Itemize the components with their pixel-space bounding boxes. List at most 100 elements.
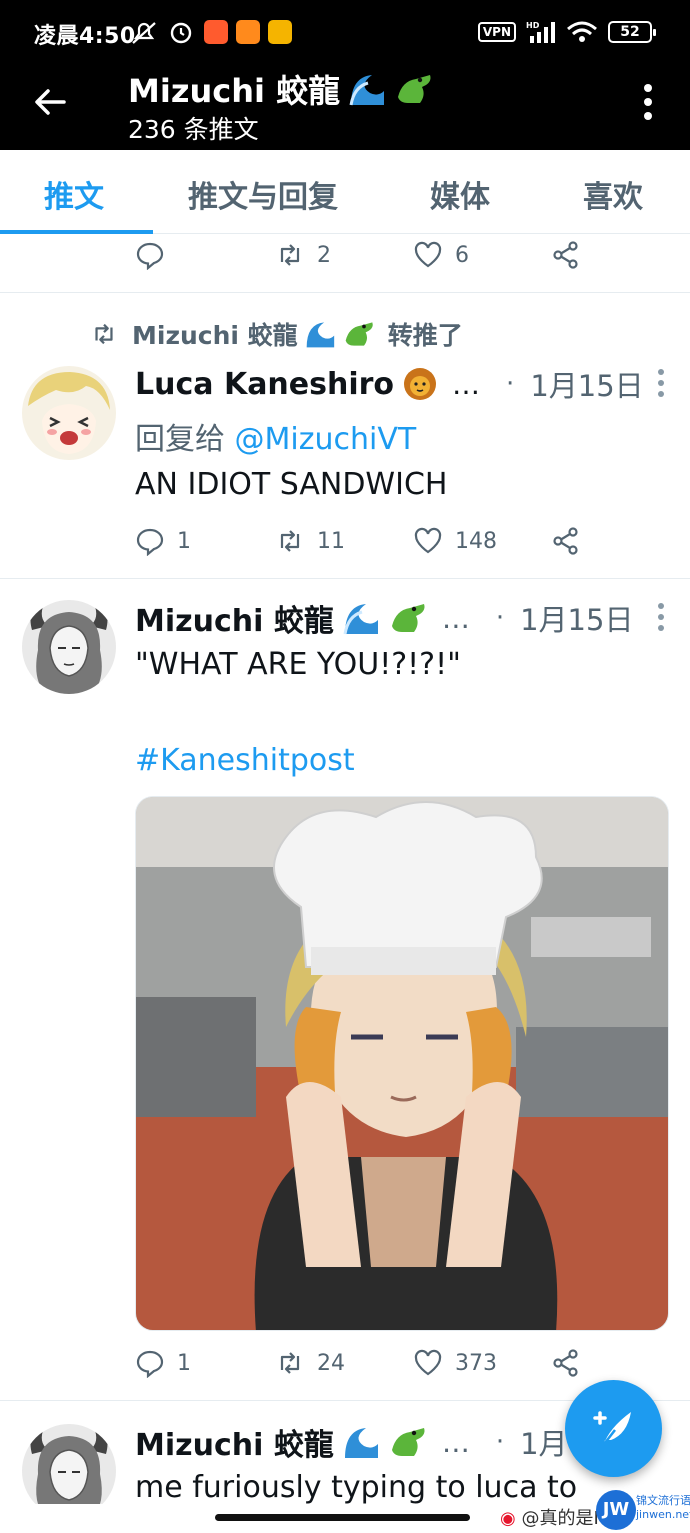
tweet-date[interactable]: 1月15日 (520, 597, 633, 639)
author-name[interactable]: Mizuchi 蛟龍 (135, 1420, 428, 1464)
weibo-watermark: ◉ @真的是I (500, 1504, 599, 1530)
tab-tweets-replies[interactable]: 推文与回复 (188, 172, 338, 216)
author-name-text: Mizuchi 蛟龍 (135, 1428, 334, 1463)
compose-tweet-button[interactable] (565, 1380, 662, 1477)
profile-header: Mizuchi 蛟龍 236 条推文 (0, 62, 690, 150)
retweet-button[interactable]: 11 (275, 526, 345, 556)
like-button[interactable]: 6 (413, 240, 469, 270)
hashtag-link[interactable]: #Kaneshitpost (135, 743, 355, 778)
feather-plus-icon (593, 1411, 631, 1449)
reply-context: 回复给 @MizuchiVT (135, 414, 416, 458)
tab-media[interactable]: 媒体 (430, 172, 490, 216)
author-name-text: Luca Kaneshiro (135, 366, 395, 402)
like-count: 6 (455, 242, 469, 268)
heart-icon (414, 241, 442, 268)
retweet-attribution: Mizuchi 蛟龍 转推了 (88, 316, 463, 352)
profile-title: Mizuchi 蛟龍 (128, 66, 434, 112)
profile-name: Mizuchi 蛟龍 (128, 72, 341, 110)
retweet-icon (280, 1352, 300, 1374)
reply-mention-link[interactable]: @MizuchiVT (235, 422, 417, 457)
status-right-group: VPN HD 52 (477, 20, 656, 44)
tweet-count: 236 条推文 (128, 115, 259, 144)
reply-prefix: 回复给 (135, 422, 225, 457)
crocodile-emoji-icon (391, 604, 425, 632)
retweet-icon (95, 323, 113, 345)
weibo-icon: ◉ (500, 1508, 516, 1529)
lion-emoji-icon (404, 368, 437, 400)
site-watermark: 锦文流行语 jinwen.net (636, 1494, 690, 1522)
reply-button[interactable]: 1 (135, 526, 191, 556)
author-name[interactable]: Luca Kaneshiro (135, 366, 438, 402)
reply-button[interactable]: 1 (135, 1348, 191, 1378)
tweet-actions: 2 6 (135, 240, 635, 280)
tab-tweets[interactable]: 推文 (44, 172, 104, 216)
heart-icon (414, 527, 442, 554)
retweet-icon (280, 530, 300, 552)
tweet-divider (0, 292, 690, 293)
share-button[interactable] (551, 1348, 581, 1378)
alarm-icon (170, 22, 192, 44)
separator-dot: · (506, 369, 515, 399)
more-options-icon[interactable] (642, 82, 654, 122)
tweet-header: Luca Kaneshiro … · 1月15日 (135, 362, 664, 406)
reply-button[interactable] (135, 240, 165, 270)
tweet-menu-icon[interactable] (656, 602, 666, 632)
tweet-date[interactable]: 1月 (520, 1421, 567, 1463)
site-url: jinwen.net (636, 1508, 690, 1521)
heart-icon (414, 1349, 442, 1376)
like-count: 373 (455, 1350, 497, 1376)
reply-count: 1 (177, 1350, 191, 1376)
tweet-media-image[interactable] (135, 796, 669, 1331)
separator-dot: · (495, 1427, 505, 1457)
vpn-icon: VPN (477, 22, 516, 42)
tweet-date[interactable]: 1月15日 (530, 363, 643, 405)
back-arrow-icon[interactable] (30, 82, 70, 122)
tweet-text: AN IDIOT SANDWICH (135, 467, 448, 502)
svg-text:HD: HD (526, 21, 540, 30)
crocodile-emoji-icon (345, 322, 373, 346)
share-icon (553, 241, 578, 269)
signal-icon: HD (526, 21, 555, 43)
retweet-button[interactable]: 2 (275, 240, 331, 270)
tweet-header: Mizuchi 蛟龍 … · 1月15日 (135, 596, 664, 640)
wifi-icon (567, 21, 597, 42)
battery-icon: 52 (608, 21, 656, 43)
retweet-icon (280, 244, 300, 266)
watermark-text: @真的是I (521, 1508, 599, 1529)
avatar[interactable] (22, 600, 116, 694)
tweet-text: me furiously typing to luca to (135, 1470, 578, 1505)
home-indicator[interactable] (215, 1514, 470, 1521)
wave-emoji-icon (306, 322, 334, 348)
share-button[interactable] (551, 526, 581, 556)
share-button[interactable] (551, 240, 581, 270)
separator-dot: · (495, 603, 505, 633)
chef-illustration (136, 797, 668, 1330)
share-icon (553, 527, 578, 555)
retweeted-label: 转推了 (387, 321, 463, 350)
retweet-count: 11 (317, 528, 345, 554)
reply-icon (136, 1350, 164, 1378)
share-icon (553, 1349, 578, 1377)
like-button[interactable]: 148 (413, 526, 497, 556)
retweet-count: 2 (317, 242, 331, 268)
retweet-button[interactable]: 24 (275, 1348, 345, 1378)
retweeter-name[interactable]: Mizuchi 蛟龍 (132, 316, 298, 352)
wave-emoji-icon (349, 75, 385, 106)
tab-likes[interactable]: 喜欢 (583, 172, 643, 216)
avatar[interactable] (22, 366, 116, 460)
retweet-count: 24 (317, 1350, 345, 1376)
app-notification-icon (236, 20, 260, 44)
like-button[interactable]: 373 (413, 1348, 497, 1378)
crocodile-emoji-icon (398, 75, 431, 103)
name-truncation: … (441, 601, 470, 635)
wave-emoji-icon (344, 1428, 378, 1458)
author-name[interactable]: Mizuchi 蛟龍 (135, 596, 428, 640)
name-truncation: … (441, 1425, 470, 1459)
tweet-menu-icon[interactable] (656, 368, 666, 398)
name-truncation: … (452, 367, 481, 401)
tweet-actions: 1 24 373 (135, 1348, 635, 1388)
tweet-text: "WHAT ARE YOU!?!?!" (135, 647, 461, 682)
reply-icon (136, 242, 164, 270)
status-time: 凌晨4:50 (34, 24, 136, 49)
author-name-text: Mizuchi 蛟龍 (135, 604, 334, 639)
